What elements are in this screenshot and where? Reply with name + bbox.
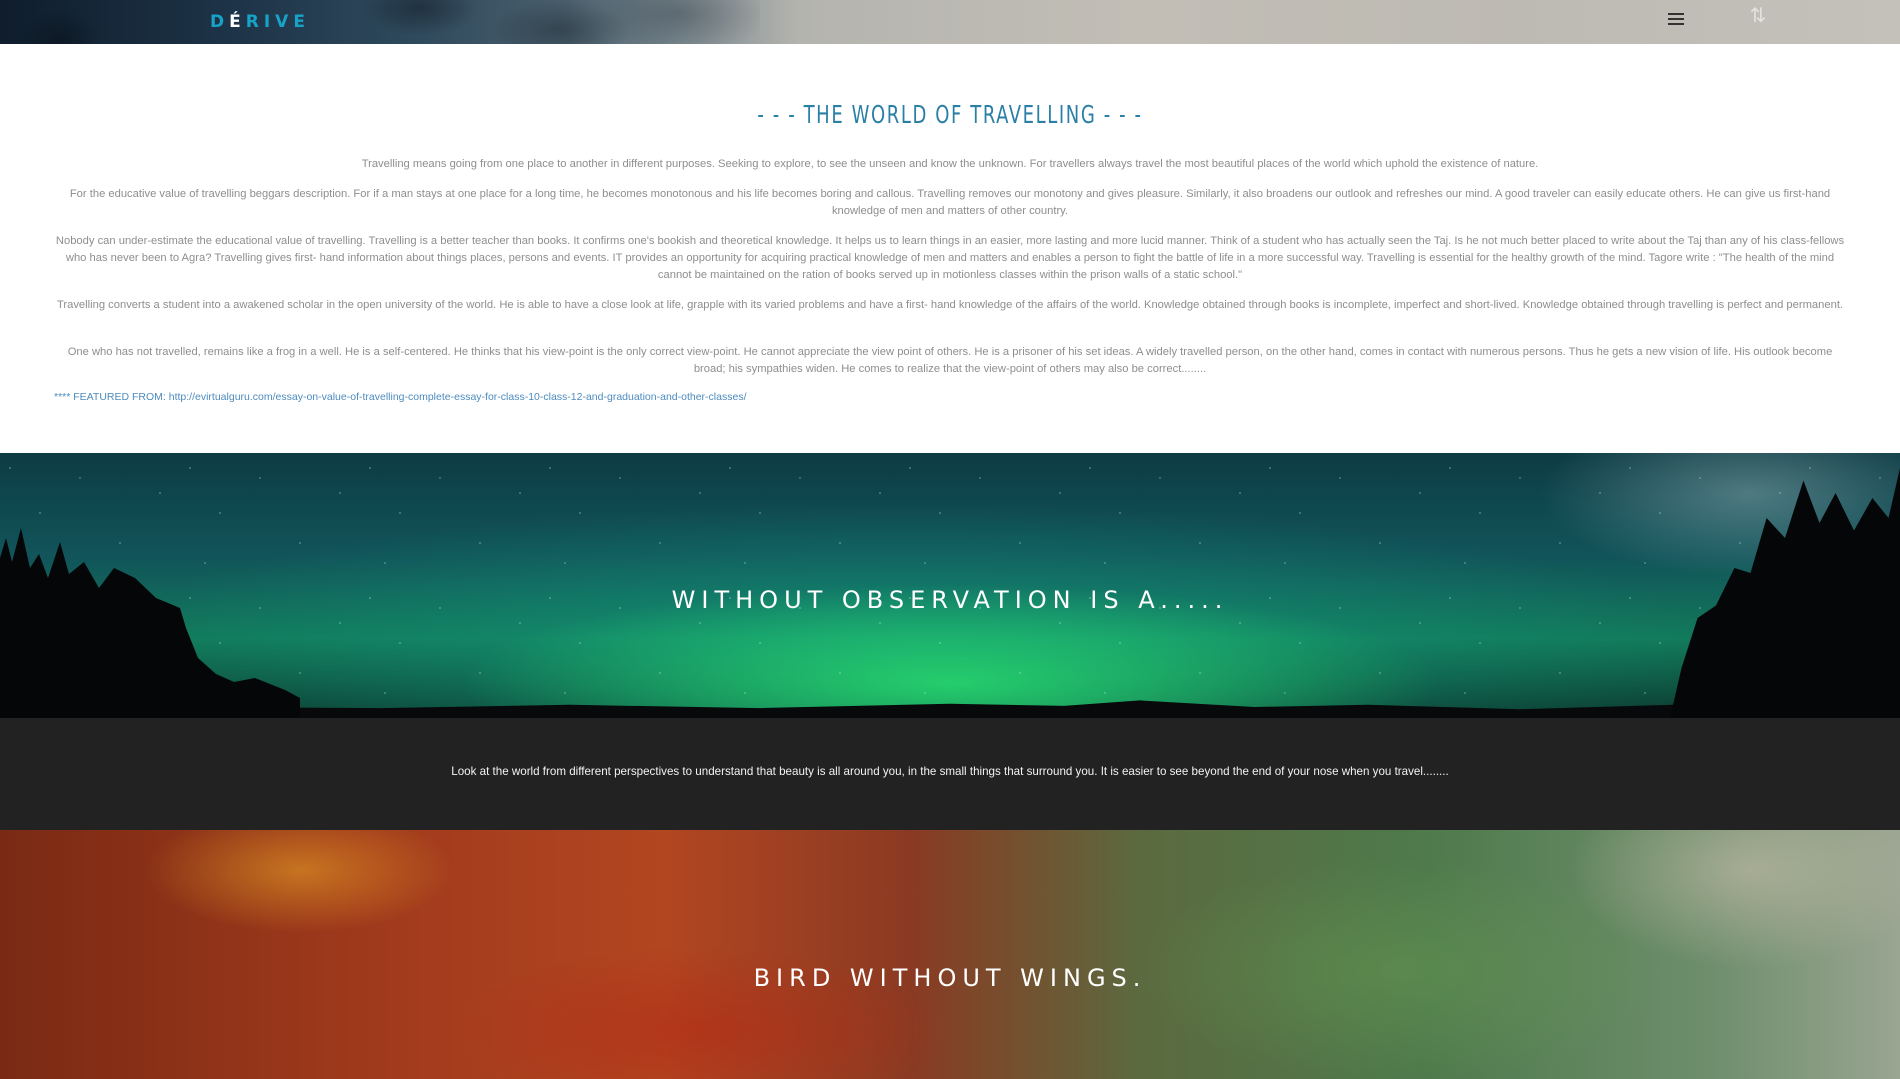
source-link[interactable]: http://evirtualguru.com/essay-on-value-o… xyxy=(169,391,747,403)
article-paragraph: For the educative value of travelling be… xyxy=(69,188,1831,217)
quote-band: Look at the world from different perspec… xyxy=(0,718,1900,830)
article-section: - - - THE WORLD OF TRAVELLING - - - Trav… xyxy=(0,44,1900,453)
hamburger-menu-icon[interactable] xyxy=(1668,13,1684,29)
aurora-hero-banner: WITHOUT OBSERVATION IS A..... xyxy=(0,453,1900,718)
logo-text-start: D xyxy=(210,12,230,32)
source-prefix: **** FEATURED FROM: xyxy=(54,391,169,403)
site-logo[interactable]: DÉRIVE xyxy=(210,12,310,32)
header-background-image xyxy=(0,0,760,44)
article-paragraph: Nobody can under-estimate the educationa… xyxy=(55,235,1845,281)
article-title: - - - THE WORLD OF TRAVELLING - - - xyxy=(757,100,1143,129)
source-credit: **** FEATURED FROM: http://evirtualguru.… xyxy=(54,391,746,403)
scroll-arrows-icon[interactable]: ⇅ xyxy=(1746,4,1770,28)
autumn-caption: BIRD WITHOUT WINGS. xyxy=(753,964,1147,992)
autumn-hero-banner: BIRD WITHOUT WINGS. xyxy=(0,830,1900,1079)
aurora-caption: WITHOUT OBSERVATION IS A..... xyxy=(671,586,1229,614)
article-paragraph: One who has not travelled, remains like … xyxy=(67,346,1833,375)
article-paragraph: Travelling converts a student into a awa… xyxy=(56,299,1844,311)
top-navigation-bar: DÉRIVE ⇅ xyxy=(0,0,1900,44)
logo-text-accent: É xyxy=(229,12,246,32)
article-paragraph: Travelling means going from one place to… xyxy=(361,158,1539,170)
quote-text: Look at the world from different perspec… xyxy=(451,765,1449,778)
logo-text-end: RIVE xyxy=(245,12,310,32)
